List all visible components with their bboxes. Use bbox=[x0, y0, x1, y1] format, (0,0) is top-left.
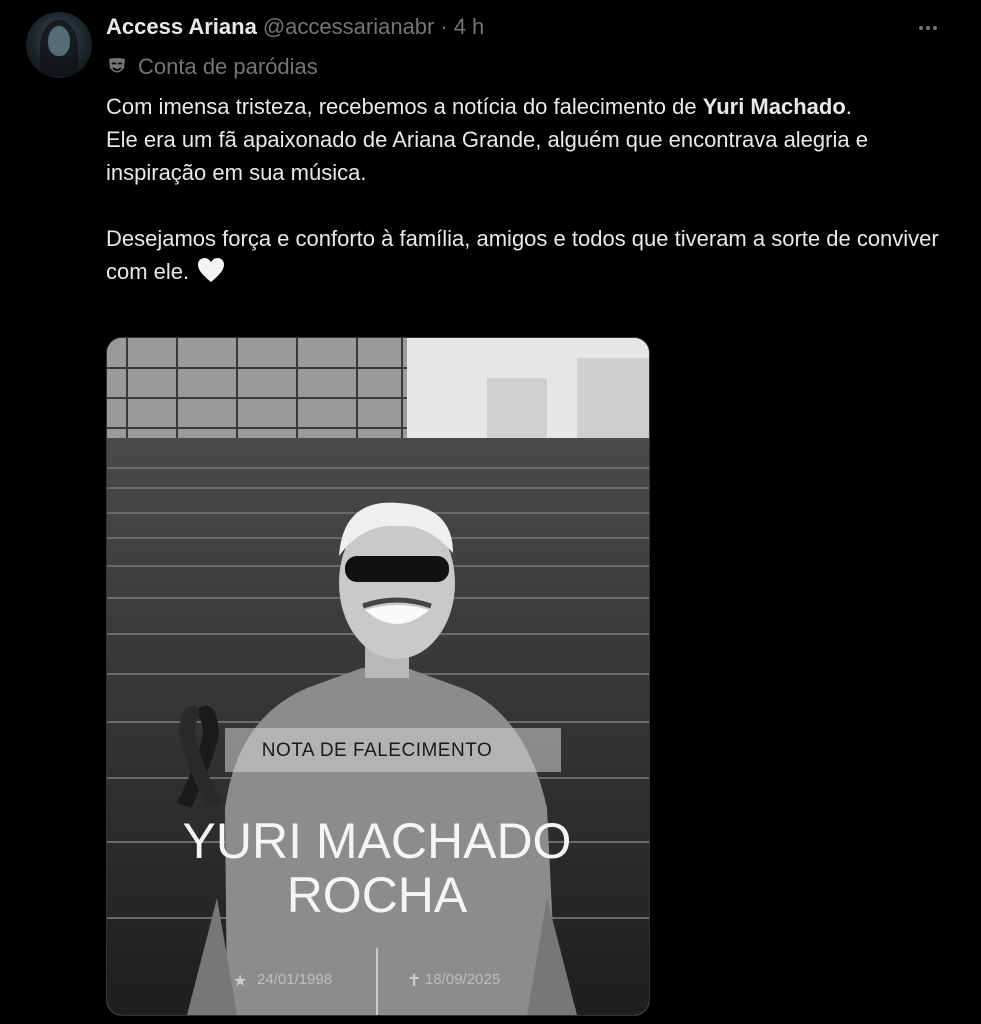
parody-label-row: Conta de paródias bbox=[106, 54, 318, 80]
author-handle[interactable]: @accessarianabr bbox=[263, 14, 435, 40]
more-options-button[interactable] bbox=[913, 14, 943, 42]
tweet-image[interactable]: NOTA DE FALECIMENTO YURI MACHADO ROCHA ★… bbox=[106, 337, 650, 1016]
separator-dot: · bbox=[440, 14, 448, 39]
author-name[interactable]: Access Ariana bbox=[106, 14, 257, 40]
tweet-paragraph-2: Ele era um fã apaixonado de Ariana Grand… bbox=[106, 127, 868, 185]
avatar[interactable] bbox=[26, 12, 92, 78]
banner-text: NOTA DE FALECIMENTO bbox=[262, 740, 493, 761]
timestamp[interactable]: 4 h bbox=[454, 14, 485, 40]
star-icon: ★ bbox=[233, 973, 247, 990]
bold-name: Yuri Machado bbox=[702, 94, 846, 119]
cross-icon: ✝ bbox=[407, 971, 421, 990]
tweet-paragraph-1: Com imensa tristeza, recebemos a notícia… bbox=[106, 94, 852, 119]
parody-account-label: Conta de paródias bbox=[138, 54, 318, 79]
theater-mask-icon bbox=[109, 58, 125, 73]
tweet[interactable]: Access Ariana @accessarianabr · 4 h Cont… bbox=[0, 0, 981, 1024]
tweet-header: Access Ariana @accessarianabr · 4 h bbox=[106, 14, 484, 42]
death-date: 18/09/2025 bbox=[425, 971, 500, 988]
tweet-paragraph-3: Desejamos força e conforto à família, am… bbox=[106, 226, 939, 284]
white-heart-icon bbox=[198, 258, 225, 282]
deceased-name-line-2: ROCHA bbox=[287, 867, 468, 923]
birth-date: 24/01/1998 bbox=[257, 971, 332, 988]
tweet-text: Com imensa tristeza, recebemos a notícia… bbox=[106, 90, 956, 288]
deceased-name-line-1: YURI MACHADO bbox=[183, 813, 572, 869]
more-dots-icon bbox=[919, 26, 923, 30]
